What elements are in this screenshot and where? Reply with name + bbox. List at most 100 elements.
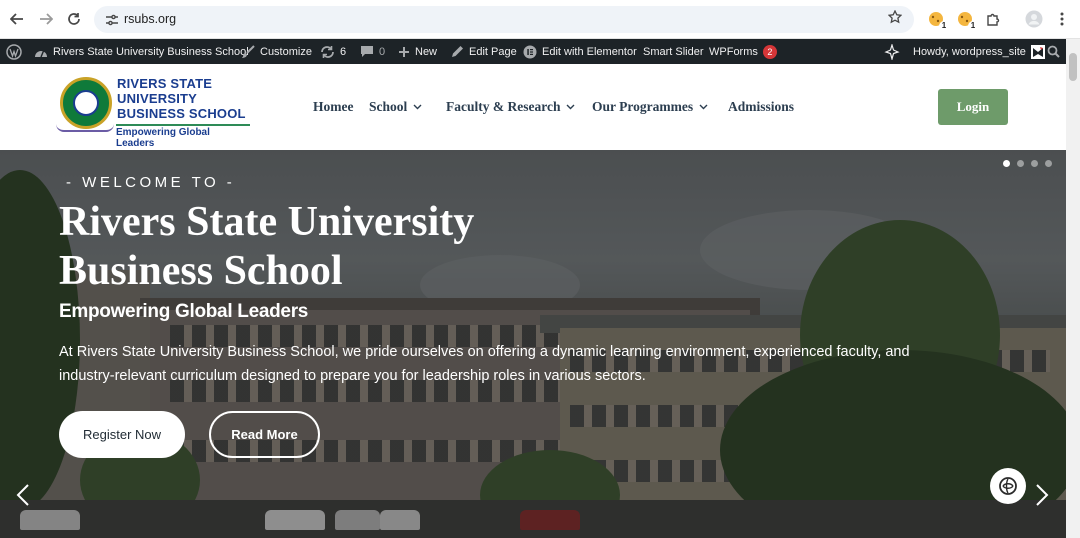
customize-link[interactable]: Customize: [241, 39, 312, 64]
back-button[interactable]: [6, 8, 28, 30]
edit-page-link[interactable]: Edit Page: [451, 39, 517, 64]
arrow-right-icon: [40, 13, 53, 25]
login-button[interactable]: Login: [938, 89, 1008, 125]
logo-line-2: UNIVERSITY: [117, 91, 198, 106]
browser-toolbar: rsubs.org 1 1: [0, 0, 1080, 39]
url-text[interactable]: rsubs.org: [124, 12, 176, 26]
nav-our-programmes[interactable]: Our Programmes: [592, 99, 708, 115]
read-more-button[interactable]: Read More: [209, 411, 320, 458]
plus-icon: [398, 46, 410, 58]
address-bar[interactable]: rsubs.org: [94, 6, 914, 33]
tune-icon: [106, 14, 118, 26]
forward-button[interactable]: [35, 8, 57, 30]
new-label: New: [415, 45, 438, 58]
hero-description: At Rivers State University Business Scho…: [59, 344, 910, 384]
nav-school-label: School: [369, 99, 408, 114]
comments-count: 0: [379, 45, 386, 58]
extension-2-button[interactable]: 1: [956, 10, 978, 31]
chat-bot-icon: [999, 477, 1017, 495]
customize-label: Customize: [260, 45, 312, 58]
hero-slider: - WELCOME TO - Rivers State University B…: [0, 150, 1066, 538]
site-name-menu[interactable]: Rivers State University Business School: [34, 39, 249, 64]
chevron-right-icon: [1036, 484, 1049, 506]
hero-title-line-1: Rivers State University: [59, 199, 475, 245]
nav-programmes-label: Our Programmes: [592, 99, 694, 114]
comment-icon: [360, 45, 374, 58]
puzzle-icon: [986, 13, 999, 26]
updates-link[interactable]: 6: [320, 39, 346, 64]
updates-count: 6: [340, 45, 347, 58]
site-header: RIVERS STATE UNIVERSITY BUSINESS SCHOOL …: [0, 64, 1066, 150]
wordpress-icon: [6, 43, 22, 60]
search-icon: [1047, 45, 1060, 58]
slider-prev-button[interactable]: [16, 484, 30, 512]
nav-school[interactable]: School: [369, 99, 422, 115]
logo-tagline: Empowering Global Leaders: [116, 124, 250, 149]
logo-line-1: RIVERS STATE: [117, 76, 213, 91]
kebab-icon: [1060, 12, 1064, 26]
comments-link[interactable]: 0: [360, 39, 385, 64]
logo-emblem-icon: [60, 77, 112, 129]
chat-widget-button[interactable]: [990, 468, 1026, 504]
hero-title: Rivers State University Business School: [59, 198, 619, 296]
nav-admissions[interactable]: Admissions: [728, 99, 794, 115]
chevron-down-icon: [566, 104, 575, 110]
bookmark-button[interactable]: [887, 9, 903, 28]
dashboard-icon: [34, 46, 48, 58]
site-settings-button[interactable]: [104, 12, 120, 28]
nav-home[interactable]: Homee: [313, 99, 353, 115]
wp-logo-menu[interactable]: [6, 39, 22, 64]
admin-search-button[interactable]: [1047, 39, 1060, 64]
slider-dot[interactable]: [1003, 160, 1010, 167]
account-menu[interactable]: Howdy, wordpress_site: [913, 39, 1045, 64]
browser-menu-button[interactable]: [1051, 8, 1073, 30]
site-name-label: Rivers State University Business School: [53, 45, 249, 58]
extension-1-button[interactable]: 1: [927, 10, 949, 31]
slider-dot[interactable]: [1045, 160, 1052, 167]
pencil-icon: [451, 45, 464, 58]
hero-title-line-2: Business School: [59, 248, 343, 294]
nav-home-label: Homee: [313, 99, 354, 114]
slider-pagination: [1003, 160, 1052, 167]
new-content-menu[interactable]: New: [398, 39, 437, 64]
howdy-label: Howdy, wordpress_site: [913, 45, 1026, 58]
scrollbar-thumb[interactable]: [1069, 53, 1077, 81]
extension-1-badge: 1: [939, 21, 949, 31]
slider-dot[interactable]: [1017, 160, 1024, 167]
edit-page-label: Edit Page: [469, 45, 517, 58]
avatar-icon: [1032, 46, 1043, 57]
user-avatar: [1030, 44, 1045, 59]
star-icon: [887, 9, 903, 24]
wpforms-badge: 2: [762, 44, 777, 59]
nav-faculty-label: Faculty & Research: [446, 99, 561, 114]
page-scrollbar[interactable]: [1066, 39, 1080, 538]
reload-icon: [68, 13, 80, 25]
logo-line-3: BUSINESS SCHOOL: [117, 106, 246, 121]
refresh-icon: [320, 45, 335, 59]
reload-button[interactable]: [63, 8, 85, 30]
register-now-button[interactable]: Register Now: [59, 411, 185, 458]
paintbrush-icon: [241, 44, 255, 59]
hero-welcome: - WELCOME TO -: [66, 174, 236, 191]
sparkle-icon: [884, 43, 900, 60]
slider-dot[interactable]: [1031, 160, 1038, 167]
wp-admin-bar: Rivers State University Business School …: [0, 39, 1080, 64]
wpforms-link[interactable]: WPForms 2: [709, 39, 777, 64]
elementor-icon: [523, 45, 537, 59]
slider-next-button[interactable]: [1035, 484, 1049, 512]
chevron-left-icon: [16, 484, 29, 506]
smart-slider-link[interactable]: Smart Slider: [643, 39, 704, 64]
ai-assistant-button[interactable]: [884, 39, 900, 64]
nav-faculty-research[interactable]: Faculty & Research: [446, 99, 575, 115]
edit-elementor-link[interactable]: Edit with Elementor: [523, 39, 637, 64]
logo-swoosh: [56, 124, 114, 132]
extension-2-badge: 1: [968, 21, 978, 31]
chevron-down-icon: [413, 104, 422, 110]
smart-slider-label: Smart Slider: [643, 45, 704, 58]
extensions-button[interactable]: [982, 8, 1004, 30]
nav-admissions-label: Admissions: [728, 99, 795, 114]
avatar-icon: [1025, 10, 1043, 28]
profile-button[interactable]: [1023, 8, 1045, 30]
wpforms-label: WPForms: [709, 45, 758, 58]
chevron-down-icon: [699, 104, 708, 110]
